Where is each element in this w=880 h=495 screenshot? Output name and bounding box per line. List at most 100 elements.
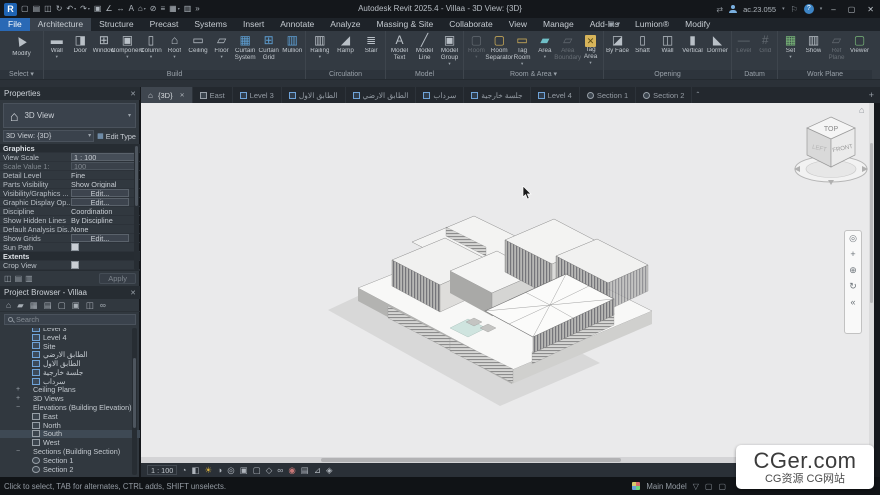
ceiling-button[interactable]: ▭Ceiling▾: [186, 32, 210, 70]
tab-precast[interactable]: Precast: [142, 18, 187, 31]
tree-item[interactable]: + 3D Views: [0, 394, 140, 403]
detail-level-icon[interactable]: ◔: [181, 463, 186, 477]
shadows-icon[interactable]: ◑: [217, 463, 222, 477]
view-tab-ground-floor[interactable]: الطابق الارضي ✕: [346, 87, 417, 103]
drawing-area[interactable]: TOP FRONT LEFT ⌂ ◎+⊕↻«: [141, 103, 874, 457]
tag-area-button[interactable]: ✕Tag Area▾: [579, 32, 602, 70]
signed-in-user[interactable]: ac.23.055: [743, 5, 776, 14]
select-toggle-2-icon[interactable]: ▢: [718, 482, 726, 491]
dormer-button[interactable]: ◣Dormer▾: [705, 32, 730, 70]
aligned-dimension-icon[interactable]: ↔: [116, 2, 126, 16]
railing-button[interactable]: ▥Railing▾: [307, 32, 333, 70]
area-boundary-button[interactable]: ▱Area Boundary▾: [556, 32, 579, 70]
apply-button[interactable]: Apply: [99, 273, 136, 284]
user-avatar-icon[interactable]: [729, 5, 737, 13]
close-view-icon[interactable]: ✕: [180, 92, 185, 99]
grid-button[interactable]: #Grid▾: [755, 32, 777, 70]
sun-path-icon[interactable]: ☀: [205, 463, 213, 477]
view-instance-combo[interactable]: 3D View: {3D} ▾: [3, 130, 94, 142]
tree-item[interactable]: West: [0, 438, 140, 447]
viewer-button[interactable]: ▢Viewer▾: [848, 32, 871, 70]
project-browser-close-icon[interactable]: ✕: [130, 289, 136, 297]
show-button[interactable]: ▥Show▾: [802, 32, 825, 70]
communication-center-icon[interactable]: ⚐: [791, 5, 798, 14]
3d-model-view[interactable]: [300, 170, 700, 420]
browser-scrollbar[interactable]: [132, 328, 137, 475]
tab-structure[interactable]: Structure: [91, 18, 142, 31]
orbit-icon[interactable]: ↻: [849, 281, 857, 291]
reveal-hidden-elements-icon[interactable]: ◉: [288, 463, 295, 477]
set-button[interactable]: ▦Set▾: [779, 32, 802, 70]
worksharing-display-icon[interactable]: [632, 482, 640, 490]
scale-button[interactable]: 1 : 100: [147, 465, 177, 475]
browser-edit-icon[interactable]: ▰: [16, 298, 25, 312]
tree-item[interactable]: سرداب: [0, 377, 140, 386]
open-icon[interactable]: ▤: [32, 2, 42, 16]
browser-views-icon[interactable]: ▦: [29, 298, 39, 312]
full-navigation-wheel-icon[interactable]: ◎: [849, 233, 857, 243]
user-interface-icon[interactable]: ▥: [183, 2, 193, 16]
tab-analyze[interactable]: Analyze: [322, 18, 368, 31]
curtain-grid-button[interactable]: ⊞Curtain Grid▾: [257, 32, 281, 70]
type-selector-caret-icon[interactable]: ▾: [128, 112, 135, 119]
modify-button[interactable]: ▲Modify▾: [1, 32, 42, 70]
properties-toggle-1-icon[interactable]: ◫: [4, 274, 12, 283]
browser-groups-icon[interactable]: ◫: [85, 298, 95, 312]
viewcube-home-icon[interactable]: ⌂: [859, 105, 864, 115]
view-tab-basement[interactable]: سرداب ✕: [416, 87, 464, 103]
view-tab-level-3[interactable]: Level 3 ✕: [233, 87, 282, 103]
tab-insert[interactable]: Insert: [235, 18, 272, 31]
mullion-button[interactable]: ▥Mullion▾: [280, 32, 304, 70]
ramp-button[interactable]: ◢Ramp▾: [333, 32, 359, 70]
browser-schedules-icon[interactable]: ▤: [43, 298, 53, 312]
type-selector[interactable]: ⌂ 3D View ▾: [3, 103, 136, 128]
tree-item[interactable]: Site: [0, 342, 140, 351]
properties-close-icon[interactable]: ✕: [130, 90, 136, 98]
tab-manage[interactable]: Manage: [535, 18, 582, 31]
view-tab-east[interactable]: East ✕: [193, 87, 233, 103]
filter-icon[interactable]: ▽: [693, 482, 699, 491]
browser-links-icon[interactable]: ∞: [99, 298, 107, 312]
tab-lumion[interactable]: Lumion®: [627, 18, 677, 31]
browser-families-icon[interactable]: ▣: [71, 298, 81, 312]
tree-item[interactable]: الطابق الاول: [0, 359, 140, 368]
rewind-icon[interactable]: «: [850, 297, 855, 307]
thin-lines-icon[interactable]: ≡: [159, 2, 166, 16]
model-text-button[interactable]: AModel Text▾: [387, 32, 412, 70]
active-workset-label[interactable]: Main Model: [646, 482, 686, 491]
wall-opening-button[interactable]: ◫Wall▾: [655, 32, 680, 70]
tab-list-chevron-icon[interactable]: ⌃: [692, 87, 703, 103]
analytical-model-icon[interactable]: ⊿: [314, 463, 321, 477]
show-rendering-icon[interactable]: ◎: [227, 463, 234, 477]
displacement-sets-icon[interactable]: ◈: [326, 463, 333, 477]
tree-item[interactable]: − Sections (Building Section): [0, 447, 140, 456]
model-group-button[interactable]: ▣Model Group▾: [437, 32, 462, 70]
switch-windows-icon[interactable]: ▦: [168, 2, 181, 16]
room-separator-button[interactable]: ▢Room Separator▾: [488, 32, 511, 70]
undo-icon[interactable]: ↶: [65, 2, 77, 16]
room-button[interactable]: ▢Room▾: [465, 32, 488, 70]
tree-item[interactable]: Section 1: [0, 456, 140, 465]
shaft-button[interactable]: ▯Shaft▾: [630, 32, 655, 70]
section-icon[interactable]: ⊘: [149, 2, 158, 16]
tree-item[interactable]: − Elevations (Building Elevation): [0, 403, 140, 412]
properties-toggle-2-icon[interactable]: ▤: [15, 274, 23, 283]
visual-style-icon[interactable]: ◧: [191, 463, 199, 477]
tab-annotate[interactable]: Annotate: [272, 18, 322, 31]
select-toggle-1-icon[interactable]: ▢: [705, 482, 713, 491]
view-tab-outdoor-seating[interactable]: جلسة خارجية ✕: [464, 87, 530, 103]
view-tab-3d[interactable]: ⌂ {3D} ✕: [141, 87, 193, 103]
tab-add-ins[interactable]: Add-Ins: [582, 18, 627, 31]
view-tab-section-2[interactable]: Section 2 ✕: [636, 87, 692, 103]
search-input[interactable]: [16, 315, 116, 324]
tab-massing-site[interactable]: Massing & Site: [369, 18, 442, 31]
save-icon[interactable]: ◫: [43, 2, 53, 16]
more-icon[interactable]: »: [194, 2, 200, 16]
tree-item[interactable]: East: [0, 412, 140, 421]
minimize-button[interactable]: –: [828, 5, 838, 14]
tree-item[interactable]: South: [0, 430, 140, 439]
column-button[interactable]: ▯Column▾: [139, 32, 163, 70]
properties-header[interactable]: Properties ✕: [0, 87, 140, 100]
wall-button[interactable]: ▬Wall▾: [45, 32, 69, 70]
sync-status-icon[interactable]: ⇄: [716, 5, 723, 14]
